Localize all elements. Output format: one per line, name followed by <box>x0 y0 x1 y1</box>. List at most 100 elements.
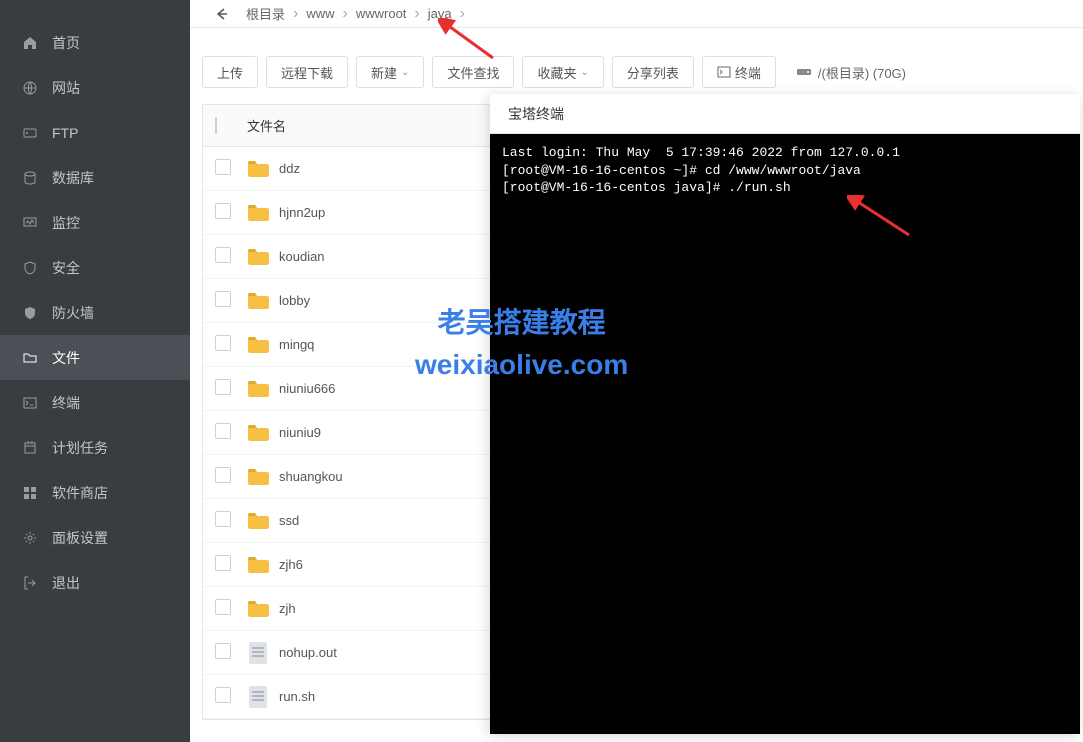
terminal-title: 宝塔终端 <box>490 94 1080 134</box>
row-checkbox[interactable] <box>215 511 231 527</box>
nav-security[interactable]: 安全 <box>0 245 190 290</box>
nav-label: 计划任务 <box>52 438 108 458</box>
folder-row-icon <box>247 380 269 398</box>
breadcrumb-www[interactable]: www <box>306 6 334 21</box>
terminal-icon <box>22 395 38 411</box>
file-name: lobby <box>279 293 310 308</box>
arrow-left-icon <box>214 7 228 21</box>
remote-download-button[interactable]: 远程下载 <box>266 56 348 88</box>
ftp-icon <box>22 125 38 141</box>
database-icon <box>22 170 38 186</box>
row-checkbox[interactable] <box>215 159 231 175</box>
chevron-right-icon: › <box>293 5 298 23</box>
row-checkbox[interactable] <box>215 423 231 439</box>
terminal-button[interactable]: 终端 <box>702 56 776 88</box>
folder-icon <box>22 350 38 366</box>
nav-logout[interactable]: 退出 <box>0 560 190 605</box>
row-checkbox[interactable] <box>215 247 231 263</box>
folder-row-icon <box>247 248 269 266</box>
folder-row-icon <box>247 292 269 310</box>
monitor-icon <box>22 215 38 231</box>
breadcrumb-root[interactable]: 根目录 <box>246 4 285 23</box>
nav-label: 首页 <box>52 33 80 53</box>
nav-label: 数据库 <box>52 168 94 188</box>
nav-app-store[interactable]: 软件商店 <box>0 470 190 515</box>
terminal-small-icon <box>717 66 731 78</box>
chevron-down-icon: ⌄ <box>580 67 588 78</box>
file-name: ddz <box>279 161 300 176</box>
terminal-window: 宝塔终端 Last login: Thu May 5 17:39:46 2022… <box>490 94 1080 734</box>
folder-row-icon <box>247 468 269 486</box>
row-checkbox[interactable] <box>215 203 231 219</box>
row-checkbox[interactable] <box>215 291 231 307</box>
breadcrumb-java[interactable]: java <box>428 6 452 21</box>
file-name: mingq <box>279 337 314 352</box>
firewall-icon <box>22 305 38 321</box>
row-checkbox[interactable] <box>215 643 231 659</box>
globe-icon <box>22 80 38 96</box>
sidebar: 首页 网站 FTP 数据库 监控 安全 防火墙 文件 终端 计划任务 软件商店 <box>0 0 190 742</box>
disk-icon <box>796 66 812 78</box>
nav-label: FTP <box>52 125 78 141</box>
shield-icon <box>22 260 38 276</box>
folder-row-icon <box>247 424 269 442</box>
nav-scheduled-tasks[interactable]: 计划任务 <box>0 425 190 470</box>
select-all-checkbox[interactable] <box>215 117 217 134</box>
nav-label: 面板设置 <box>52 528 108 548</box>
file-name: niuniu666 <box>279 381 335 396</box>
nav-monitor[interactable]: 监控 <box>0 200 190 245</box>
file-name: shuangkou <box>279 469 343 484</box>
folder-row-icon <box>247 600 269 618</box>
file-name: zjh <box>279 601 296 616</box>
row-checkbox[interactable] <box>215 467 231 483</box>
row-checkbox[interactable] <box>215 335 231 351</box>
nav-home[interactable]: 首页 <box>0 20 190 65</box>
nav-label: 安全 <box>52 258 80 278</box>
row-checkbox[interactable] <box>215 555 231 571</box>
terminal-output[interactable]: Last login: Thu May 5 17:39:46 2022 from… <box>490 134 1080 734</box>
text-file-icon <box>249 642 267 664</box>
nav-terminal[interactable]: 终端 <box>0 380 190 425</box>
nav-panel-settings[interactable]: 面板设置 <box>0 515 190 560</box>
shared-list-button[interactable]: 分享列表 <box>612 56 694 88</box>
apps-icon <box>22 485 38 501</box>
nav-label: 软件商店 <box>52 483 108 503</box>
row-checkbox[interactable] <box>215 599 231 615</box>
favorites-button[interactable]: 收藏夹 ⌄ <box>522 56 603 88</box>
chevron-right-icon: › <box>414 5 419 23</box>
file-name: hjnn2up <box>279 205 325 220</box>
nav-label: 防火墙 <box>52 303 94 323</box>
back-button[interactable] <box>206 0 236 28</box>
chevron-right-icon: › <box>460 5 465 23</box>
text-file-icon <box>249 686 267 708</box>
home-icon <box>22 35 38 51</box>
nav-label: 文件 <box>52 348 80 368</box>
row-checkbox[interactable] <box>215 379 231 395</box>
nav-website[interactable]: 网站 <box>0 65 190 110</box>
folder-row-icon <box>247 556 269 574</box>
schedule-icon <box>22 440 38 456</box>
folder-row-icon <box>247 512 269 530</box>
folder-row-icon <box>247 336 269 354</box>
logout-icon <box>22 575 38 591</box>
file-name: nohup.out <box>279 645 337 660</box>
breadcrumb-bar: 根目录 › www › wwwroot › java › <box>190 0 1083 28</box>
row-checkbox[interactable] <box>215 687 231 703</box>
upload-button[interactable]: 上传 <box>202 56 258 88</box>
nav-ftp[interactable]: FTP <box>0 110 190 155</box>
disk-info[interactable]: /(根目录) (70G) <box>796 63 906 82</box>
nav-files[interactable]: 文件 <box>0 335 190 380</box>
folder-row-icon <box>247 204 269 222</box>
chevron-right-icon: › <box>343 5 348 23</box>
chevron-down-icon: ⌄ <box>401 67 409 78</box>
nav-label: 退出 <box>52 573 80 593</box>
settings-icon <box>22 530 38 546</box>
folder-row-icon <box>247 160 269 178</box>
file-name: run.sh <box>279 689 315 704</box>
file-name: niuniu9 <box>279 425 321 440</box>
nav-firewall[interactable]: 防火墙 <box>0 290 190 335</box>
new-button[interactable]: 新建 ⌄ <box>356 56 424 88</box>
nav-database[interactable]: 数据库 <box>0 155 190 200</box>
file-search-button[interactable]: 文件查找 <box>432 56 514 88</box>
breadcrumb-wwwroot[interactable]: wwwroot <box>356 6 407 21</box>
